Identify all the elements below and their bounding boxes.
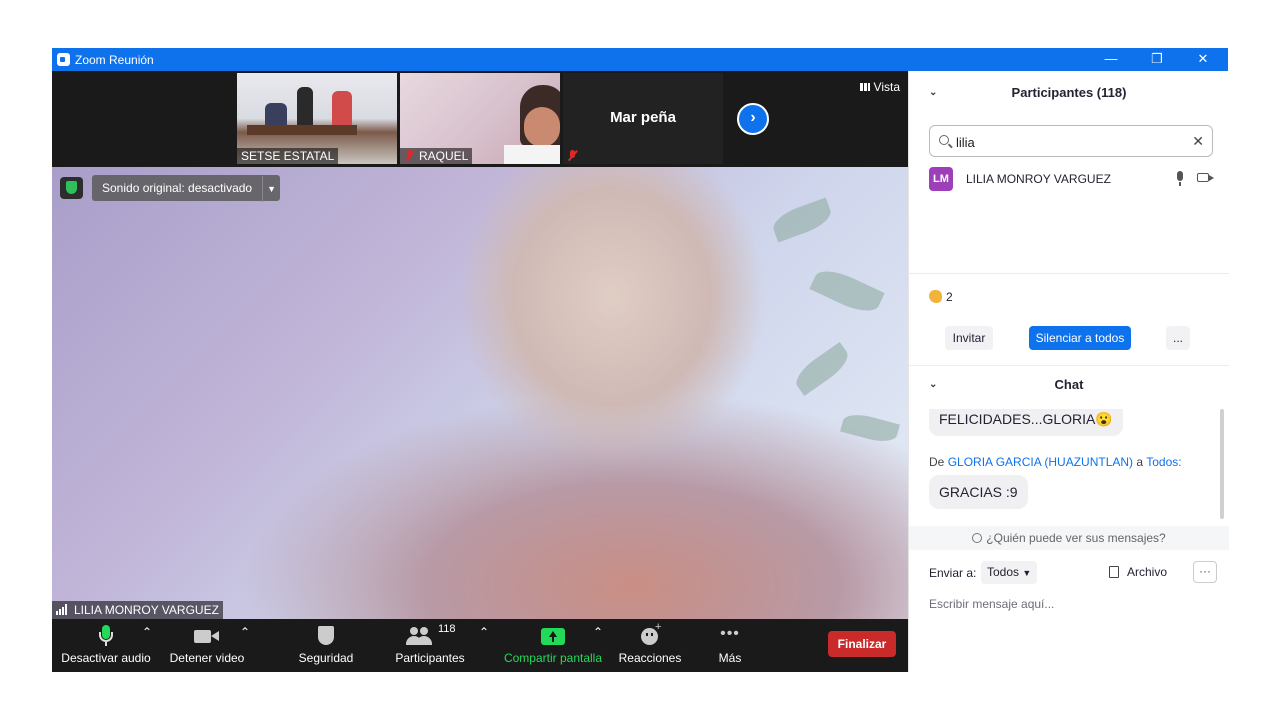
avatar: LM [929,167,953,191]
more-button[interactable]: ••• Más [704,625,756,665]
caret-down-icon[interactable]: ▼ [262,176,280,202]
send-to-label: Enviar a: [929,566,977,580]
shield-icon [316,625,336,647]
video-area: SETSE ESTATAL RAQUEL Mar peña › Vista So [52,71,908,672]
zoom-logo-icon [57,53,70,66]
zoom-window: Zoom Reunión — ❐ ✕ SETSE ESTATAL RAQUEL … [52,48,1229,672]
chevron-down-icon: ▼ [1022,568,1032,578]
table-shape [247,125,357,135]
who-can-see-link[interactable]: ¿Quién puede ver sus mensajes? [909,526,1229,550]
restore-button[interactable]: ❐ [1134,48,1180,71]
plant-leaf [769,197,835,243]
participants-button[interactable]: 118 Participantes [392,623,468,665]
chat-message-input[interactable] [929,594,1219,614]
speaker-name-label: LILIA MONROY VARGUEZ [52,601,223,619]
search-input[interactable] [956,132,1176,152]
collapse-chevron-icon[interactable]: ⌄ [929,87,937,98]
tile-name-raquel: RAQUEL [400,148,473,164]
sender-name[interactable]: GLORIA GARCIA (HUAZUNTLAN) [948,455,1133,469]
person-lock-icon [972,533,983,543]
stop-video-button[interactable]: Detener video [164,625,250,665]
plant-leaf [809,263,885,319]
divider [909,273,1229,274]
original-sound-label: Sonido original: desactivado [102,181,253,195]
invite-button[interactable]: Invitar [945,326,993,350]
participants-search[interactable]: ✕ [929,125,1213,157]
chat-header: ⌄ Chat [929,377,1084,392]
minimize-button[interactable]: — [1088,48,1134,71]
tile-muted-mar [563,148,586,164]
video-tile-mar[interactable]: Mar peña [563,73,723,164]
chat-scrollbar[interactable] [1220,409,1224,519]
share-options-caret[interactable]: ⌃ [593,625,603,639]
reaction-count: 2 [929,290,953,304]
mic-muted-icon [567,150,578,161]
title-bar: Zoom Reunión — ❐ ✕ [52,48,1228,71]
more-dots-icon: ••• [720,625,740,642]
microphone-icon [95,625,117,647]
view-button[interactable]: Vista [859,80,900,94]
chat-message: GRACIAS :9 [929,475,1028,509]
share-screen-button[interactable]: Compartir pantalla [498,625,608,665]
signal-bars-icon [56,604,70,615]
plant-leaf [840,410,900,446]
plant-leaf [790,341,854,397]
grid-view-icon [859,83,870,91]
participant-name: LILIA MONROY VARGUEZ [966,172,1111,186]
tile-name-setse: SETSE ESTATAL [237,148,339,164]
clapping-hands-icon [929,290,942,303]
original-sound-toggle[interactable]: Sonido original: desactivado ▼ [92,175,281,202]
video-camera-icon [194,625,220,647]
chat-more-button[interactable]: ··· [1193,561,1217,583]
mute-all-button[interactable]: Silenciar a todos [1029,326,1131,350]
video-tile-setse[interactable]: SETSE ESTATAL [237,73,397,164]
file-icon [1109,566,1119,578]
audio-options-caret[interactable]: ⌃ [142,625,152,639]
tile-big-name-mar: Mar peña [610,109,676,126]
chat-messages[interactable]: FELICIDADES...GLORIA😮 De GLORIA GARCIA (… [909,409,1229,529]
file-button[interactable]: Archivo [1109,565,1167,579]
divider [909,365,1229,366]
end-meeting-button[interactable]: Finalizar [828,631,896,657]
mic-muted-icon [404,150,415,161]
close-button[interactable]: ✕ [1180,48,1226,71]
reactions-button[interactable]: + Reacciones [616,621,684,665]
recipient-name: Todos: [1146,455,1182,469]
send-to-row: Enviar a: Todos ▼ Archivo ··· [929,561,1219,585]
send-to-dropdown[interactable]: Todos ▼ [981,561,1038,584]
meeting-toolbar: Desactivar audio ⌃ Detener video ⌃ Segur… [52,619,908,672]
collapse-chevron-icon[interactable]: ⌄ [929,379,937,390]
security-button[interactable]: Seguridad [292,625,360,665]
shirt-shape [504,145,560,164]
participants-count: 118 [438,623,456,635]
chat-message: FELICIDADES...GLORIA😮 [929,409,1123,436]
person-figure [332,91,352,127]
participants-more-button[interactable]: ... [1166,326,1190,350]
chat-sender-line: De GLORIA GARCIA (HUAZUNTLAN) a Todos: [929,455,1182,469]
window-title: Zoom Reunión [75,53,154,67]
search-icon [939,135,949,145]
active-speaker-video[interactable]: Sonido original: desactivado ▼ LILIA MONR… [52,167,908,619]
security-shield-icon[interactable] [60,177,83,199]
clear-search-icon[interactable]: ✕ [1192,133,1204,150]
sidebar: ⌄ Participantes (118) ✕ LM LILIA MONROY … [908,71,1229,672]
share-screen-icon [541,625,565,647]
person-figure [297,87,313,127]
video-camera-icon[interactable] [1197,173,1214,182]
next-page-button[interactable]: › [737,103,769,135]
participant-row[interactable]: LM LILIA MONROY VARGUEZ [929,167,1219,191]
participants-options-caret[interactable]: ⌃ [479,625,489,639]
video-options-caret[interactable]: ⌃ [240,625,250,639]
smiley-add-icon: + [639,621,661,647]
face-shape [524,107,560,147]
chevron-right-icon: › [750,109,756,126]
participants-icon: 118 [402,623,458,647]
thumbnail-strip: SETSE ESTATAL RAQUEL Mar peña › Vista [52,71,908,167]
participants-header: ⌄ Participantes (118) [929,85,1127,100]
microphone-icon[interactable] [1177,171,1183,186]
video-tile-raquel[interactable]: RAQUEL [400,73,560,164]
mute-audio-button[interactable]: Desactivar audio [60,625,152,665]
